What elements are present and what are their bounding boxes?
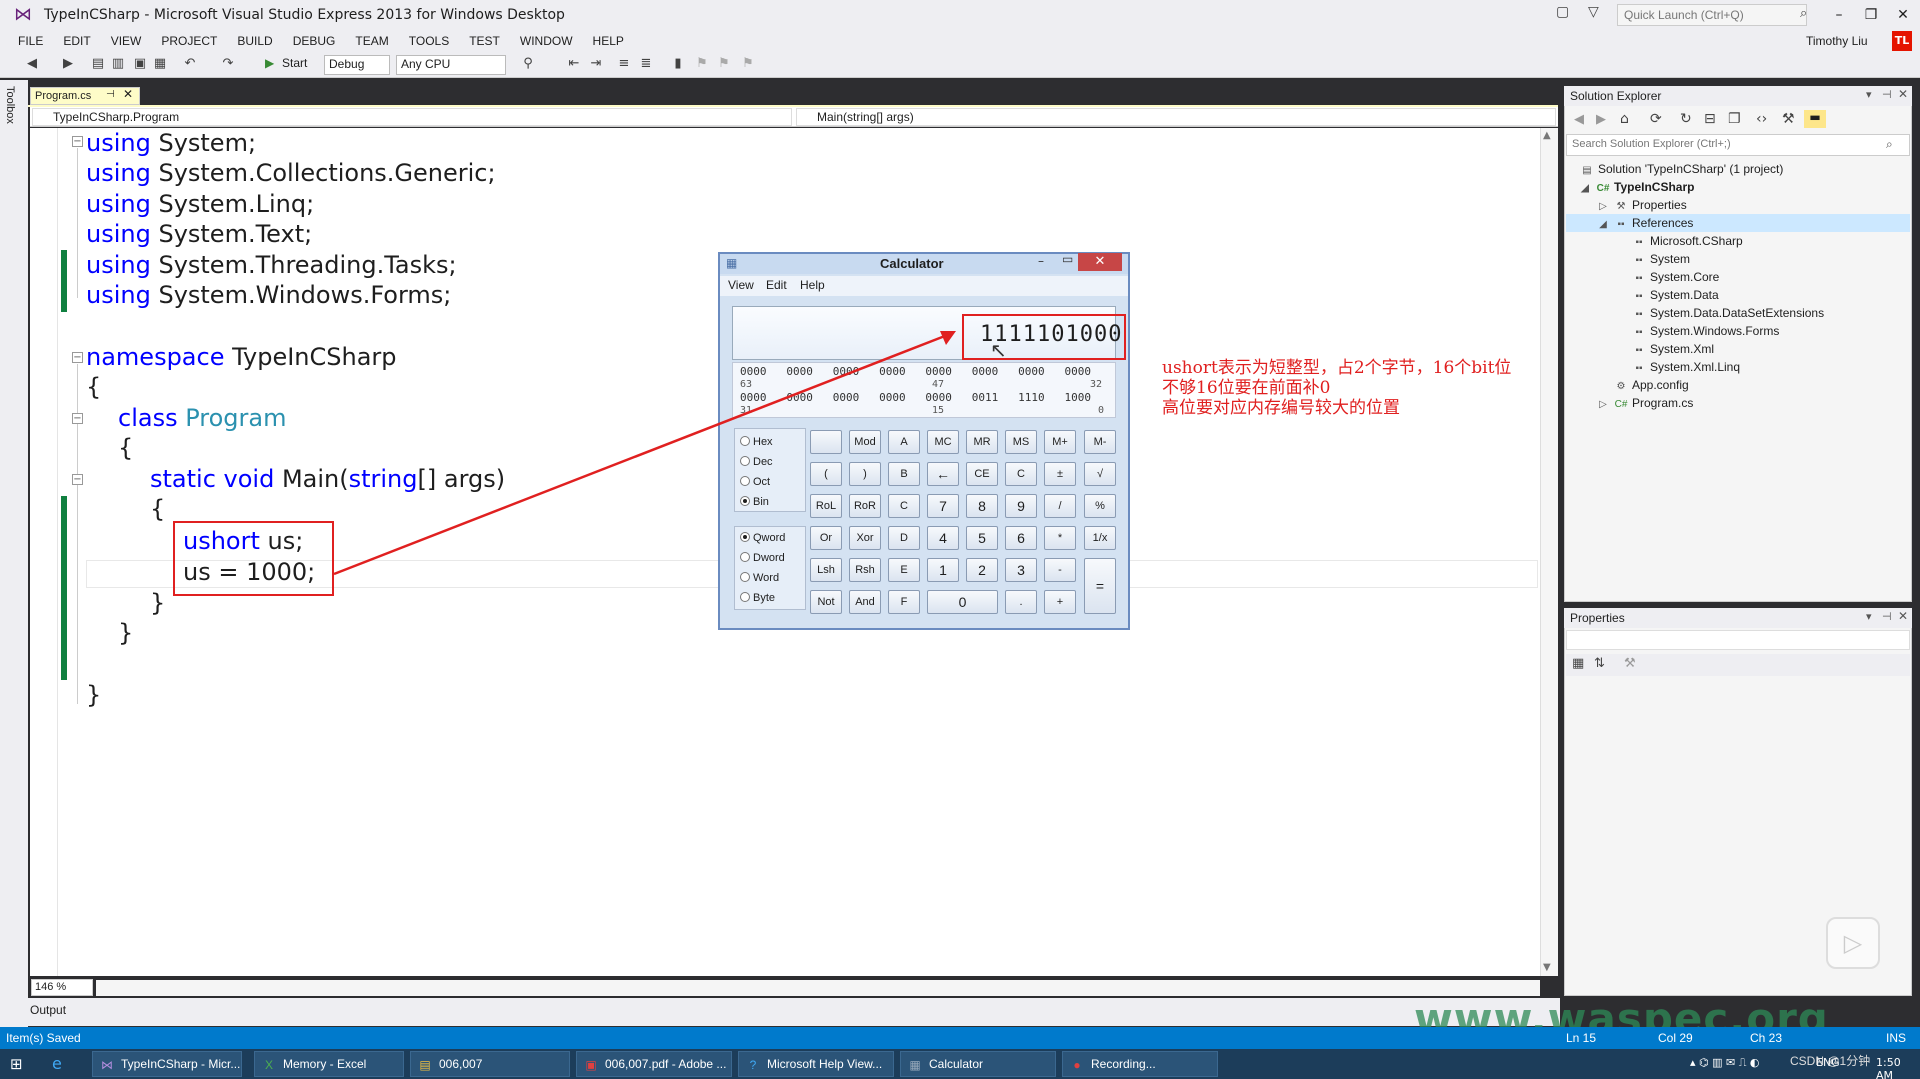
calculator-key[interactable]: Mod (849, 430, 881, 454)
taskbar-button[interactable]: ▤ 006,007 (410, 1051, 570, 1077)
folder-icon: ▤ (419, 1058, 431, 1072)
taskbar-label: 006,007.pdf - Adobe ... (605, 1057, 727, 1071)
status-insert-mode: INS (1886, 1031, 1907, 1045)
csdn-watermark: CSDN @1分钟 (1790, 1054, 1871, 1068)
taskbar-button[interactable]: ⋈ TypeInCSharp - Micr... (92, 1051, 242, 1077)
calculator-key[interactable]: + (1044, 590, 1076, 614)
annotation-line: ushort表示为短整型，占2个字节，16个bit位 (1162, 358, 1512, 378)
calculator-key[interactable] (810, 430, 842, 454)
calculator-key[interactable]: MS (1005, 430, 1037, 454)
calculator-key[interactable]: Or (810, 526, 842, 550)
taskbar-label: Recording... (1091, 1057, 1156, 1071)
calculator-key[interactable]: MR (966, 430, 998, 454)
calculator-key[interactable]: 8 (966, 494, 998, 518)
taskbar-label: Microsoft Help View... (767, 1057, 883, 1071)
taskbar-label: Calculator (929, 1057, 984, 1071)
calculator-key[interactable]: Xor (849, 526, 881, 550)
taskbar-button[interactable]: X Memory - Excel (254, 1051, 404, 1077)
calculator-key[interactable]: Lsh (810, 558, 842, 582)
taskbar-label: Memory - Excel (283, 1057, 367, 1071)
calculator-key[interactable]: * (1044, 526, 1076, 550)
calculator-key[interactable]: M+ (1044, 430, 1076, 454)
tray-icons[interactable]: ▴ ⌬ ▥ ✉ ⎍ ◐ (1690, 1056, 1760, 1070)
calculator-key[interactable]: 2 (966, 558, 998, 582)
annotation-line: 不够16位要在前面补0 (1162, 378, 1331, 398)
calculator-key[interactable]: RoR (849, 494, 881, 518)
calculator-key[interactable]: E (888, 558, 920, 582)
help-icon: ? (749, 1058, 757, 1072)
calculator-key-zero[interactable]: 0 (927, 590, 998, 614)
calculator-key[interactable]: And (849, 590, 881, 614)
calculator-key[interactable]: ← (927, 462, 959, 486)
calculator-key[interactable]: 3 (1005, 558, 1037, 582)
taskbar-button[interactable]: ▣ 006,007.pdf - Adobe ... (576, 1051, 732, 1077)
status-bar (0, 1027, 1920, 1049)
pdf-icon: ▣ (585, 1058, 597, 1072)
taskbar-button[interactable]: ● Recording... (1062, 1051, 1218, 1077)
calculator-key[interactable]: RoL (810, 494, 842, 518)
calculator-key[interactable]: % (1084, 494, 1116, 518)
calculator-key[interactable]: 7 (927, 494, 959, 518)
excel-icon: X (264, 1058, 273, 1072)
calculator-key[interactable]: A (888, 430, 920, 454)
vs-icon: ⋈ (101, 1058, 113, 1072)
annotation-arrow (333, 331, 956, 576)
status-line: Ln 15 (1566, 1031, 1597, 1045)
calculator-key[interactable]: . (1005, 590, 1037, 614)
calculator-key[interactable]: / (1044, 494, 1076, 518)
annotation-line: 高位要对应内存编号较大的位置 (1162, 398, 1400, 418)
calculator-key[interactable]: 5 (966, 526, 998, 550)
annotation-text: ushort表示为短整型，占2个字节，16个bit位 不够16位要在前面补0 高… (1162, 358, 1511, 418)
calculator-key[interactable]: C (888, 494, 920, 518)
calculator-key[interactable]: - (1044, 558, 1076, 582)
taskbar-label: 006,007 (439, 1057, 483, 1071)
taskbar-label: TypeInCSharp - Micr... (121, 1057, 241, 1071)
calculator-key[interactable]: B (888, 462, 920, 486)
taskbar-button[interactable]: ? Microsoft Help View... (738, 1051, 894, 1077)
status-char: Ch 23 (1750, 1031, 1783, 1045)
calculator-key[interactable]: D (888, 526, 920, 550)
status-column: Col 29 (1658, 1031, 1693, 1045)
status-message: Item(s) Saved (6, 1031, 81, 1045)
calculator-key[interactable]: Not (810, 590, 842, 614)
calculator-key[interactable]: 6 (1005, 526, 1037, 550)
calculator-key[interactable]: = (1084, 558, 1116, 614)
calculator-key[interactable]: C (1005, 462, 1037, 486)
calculator-key[interactable]: 9 (1005, 494, 1037, 518)
taskbar-button[interactable]: ▦ Calculator (900, 1051, 1056, 1077)
calculator-key[interactable]: F (888, 590, 920, 614)
calculator-key[interactable]: 1/x (1084, 526, 1116, 550)
calculator-key[interactable]: Rsh (849, 558, 881, 582)
calculator-key[interactable]: MC (927, 430, 959, 454)
calculator-key[interactable]: ± (1044, 462, 1076, 486)
calculator-key[interactable]: 1 (927, 558, 959, 582)
internet-explorer-icon[interactable]: e (52, 1054, 62, 1073)
recording-icon: ● (1073, 1058, 1081, 1072)
calculator-key[interactable]: √ (1084, 462, 1116, 486)
calculator-key[interactable]: ( (810, 462, 842, 486)
calculator-icon: ▦ (909, 1058, 921, 1072)
calculator-key[interactable]: M- (1084, 430, 1116, 454)
windows-start-icon[interactable]: ⊞ (10, 1055, 23, 1073)
tray-clock[interactable]: 1:50 AM (1876, 1056, 1920, 1079)
calculator-key[interactable]: 4 (927, 526, 959, 550)
calculator-key[interactable]: CE (966, 462, 998, 486)
calculator-key[interactable]: ) (849, 462, 881, 486)
